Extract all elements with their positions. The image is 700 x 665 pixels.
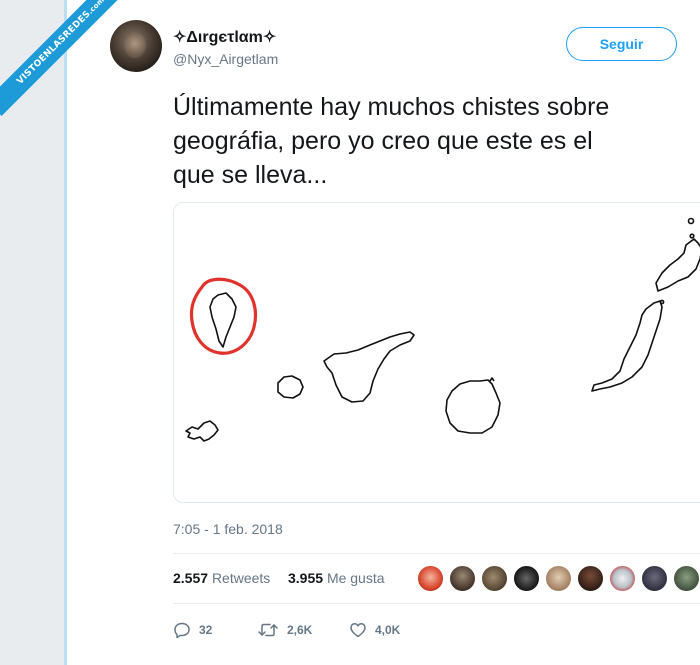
reply-count: 32	[199, 623, 213, 637]
divider	[173, 603, 700, 604]
annotation-circle	[189, 277, 258, 355]
liker-avatar[interactable]	[545, 565, 572, 592]
user-handle[interactable]: @Nyx_Airgetlam	[173, 51, 278, 67]
retweet-action[interactable]: 2,6K	[257, 620, 312, 640]
tweet-timestamp[interactable]: 7:05 - 1 feb. 2018	[173, 521, 283, 537]
reply-action[interactable]: 32	[173, 620, 212, 640]
island-fuerteventura	[591, 300, 663, 392]
liker-avatar[interactable]	[577, 565, 604, 592]
liker-avatar[interactable]	[513, 565, 540, 592]
reply-icon	[174, 622, 190, 639]
tweet-card: ✧Διrgєτlαm✧ @Nyx_Airgetlam Seguir Última…	[67, 0, 700, 665]
liker-avatar[interactable]	[417, 565, 444, 592]
liker-avatar[interactable]	[609, 565, 636, 592]
island-el-hierro	[185, 420, 219, 442]
retweet-count: 2,6K	[287, 623, 313, 637]
like-count: 4,0K	[375, 623, 401, 637]
divider	[173, 553, 700, 554]
follow-button[interactable]: Seguir	[566, 27, 677, 61]
avatar[interactable]	[110, 20, 162, 72]
retweets-stat[interactable]: 2.557 Retweets	[173, 570, 270, 586]
island-lanzarote	[655, 238, 700, 292]
island-la-palma	[209, 292, 237, 348]
heart-icon	[350, 623, 366, 638]
liker-avatar[interactable]	[641, 565, 668, 592]
tweet-text: Últimamente hay muchos chistes sobre geo…	[173, 93, 610, 189]
display-name[interactable]: ✧Διrgєτlαm✧	[173, 27, 276, 47]
liker-avatar[interactable]	[449, 565, 476, 592]
retweet-icon	[258, 623, 278, 637]
island-tenerife	[323, 331, 415, 403]
like-action[interactable]: 4,0K	[349, 620, 400, 640]
island-la-gomera	[277, 375, 304, 399]
liker-avatar[interactable]	[673, 565, 700, 592]
tweet-image-map[interactable]	[173, 202, 700, 503]
likes-stat[interactable]: 3.955 Me gusta	[288, 570, 385, 586]
canary-islands-map	[185, 217, 700, 442]
island-gran-canaria	[445, 379, 501, 434]
liker-avatar[interactable]	[481, 565, 508, 592]
